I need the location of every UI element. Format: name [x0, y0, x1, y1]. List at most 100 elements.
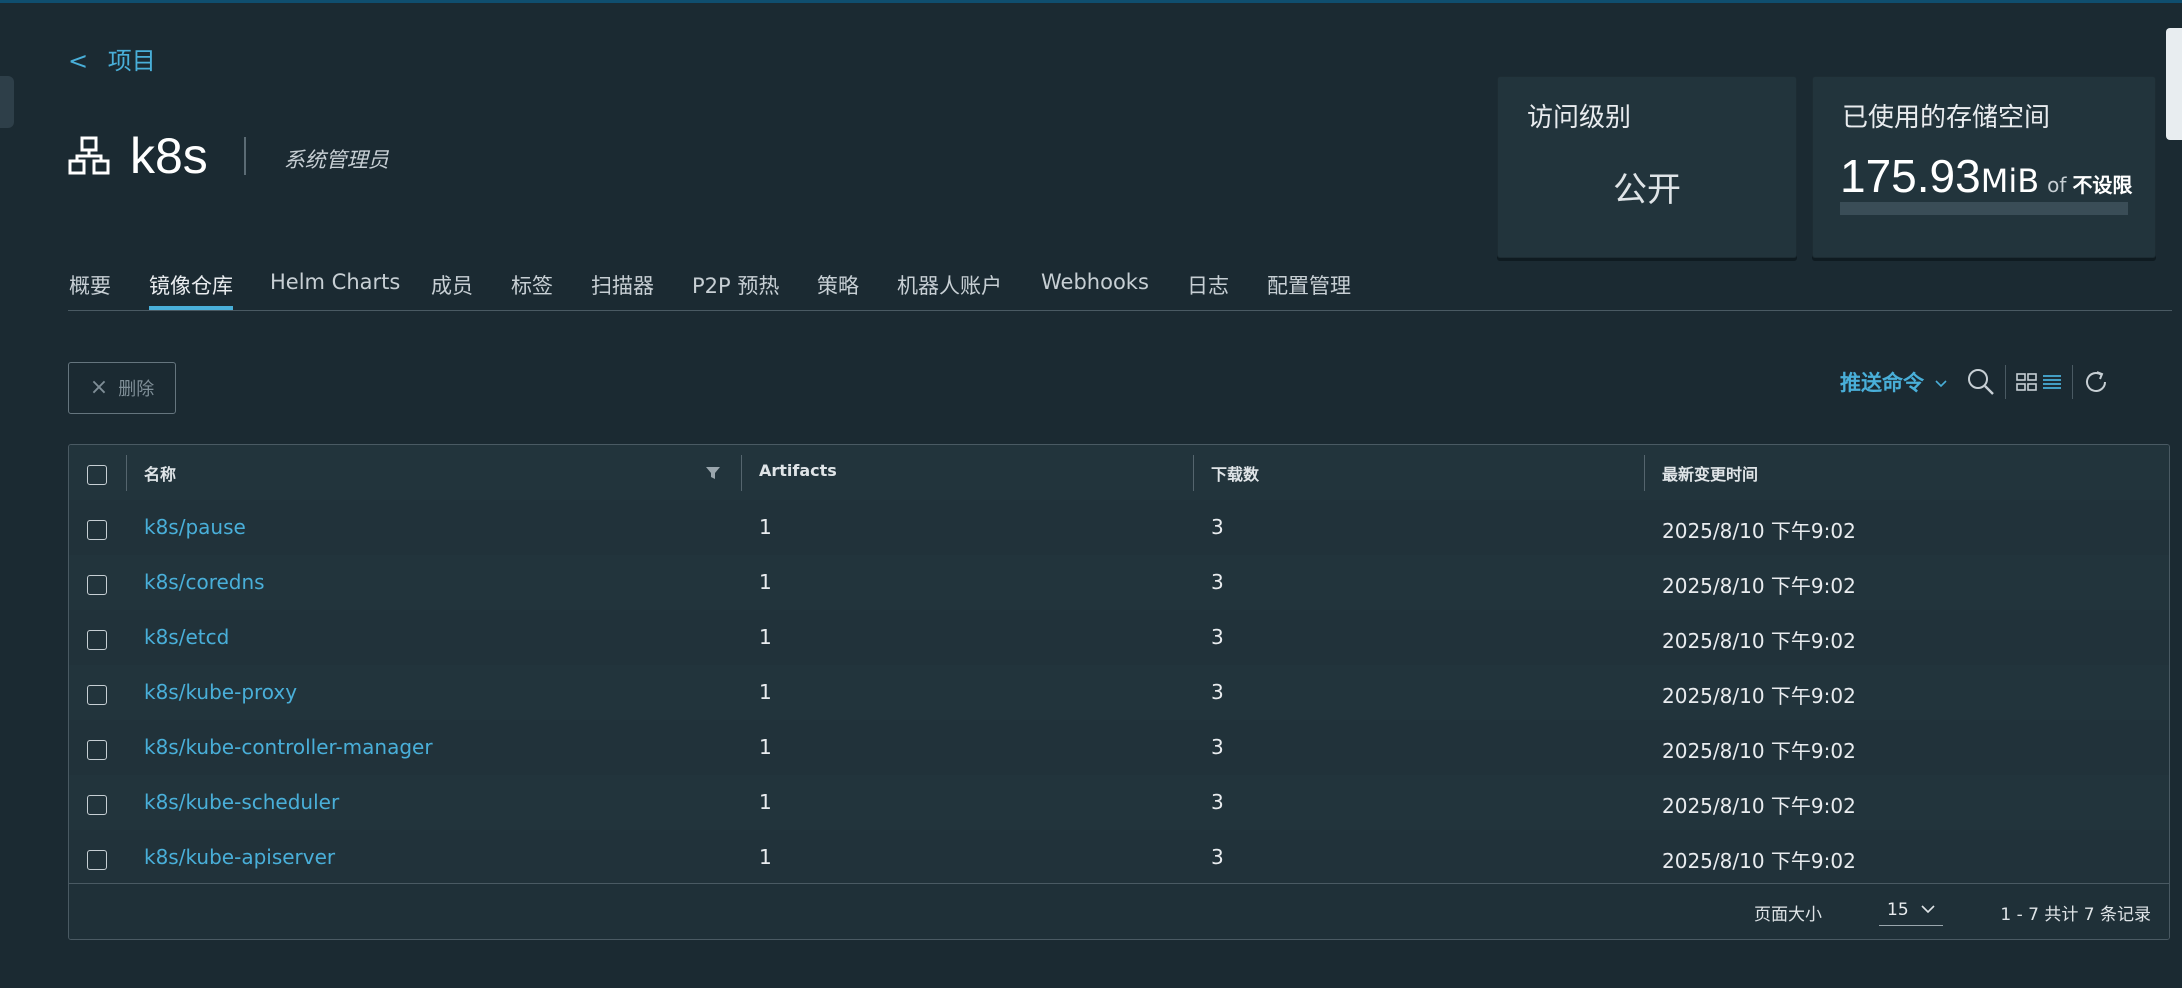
sidebar-collapse-handle[interactable] [0, 76, 14, 128]
push-command-label: 推送命令 [1840, 371, 1924, 395]
row-checkbox[interactable] [87, 795, 107, 815]
row-checkbox[interactable] [87, 850, 107, 870]
delete-button-label: 删除 [118, 379, 155, 400]
tab-configuration[interactable]: 配置管理 [1267, 270, 1351, 300]
artifacts-count: 1 [759, 515, 772, 539]
access-level-title: 访问级别 [1527, 103, 1632, 133]
table-row: k8s/kube-proxy 1 3 2025/8/10 下午9:02 [69, 665, 2169, 721]
grid-toolbar: 推送命令 [1840, 362, 2109, 402]
tab-repositories[interactable]: 镜像仓库 [149, 270, 233, 300]
toolbar-divider [2004, 365, 2006, 399]
column-divider[interactable] [1193, 455, 1194, 491]
repository-name-link[interactable]: k8s/pause [144, 515, 246, 539]
storage-card: 已使用的存储空间 175.93MiB of 不设限 [1812, 76, 2156, 258]
table-row: k8s/pause 1 3 2025/8/10 下午9:02 [69, 500, 2169, 556]
artifacts-count: 1 [759, 845, 772, 869]
page-size-select[interactable]: 15 [1879, 894, 1943, 926]
repository-name-link[interactable]: k8s/coredns [144, 570, 265, 594]
artifacts-count: 1 [759, 680, 772, 704]
tab-robot-accounts[interactable]: 机器人账户 [897, 270, 1002, 300]
tab-logs[interactable]: 日志 [1187, 270, 1229, 300]
row-checkbox[interactable] [87, 685, 107, 705]
breadcrumb[interactable]: < 项目 [68, 41, 156, 76]
event-panel-tab[interactable] [2166, 28, 2182, 140]
table-footer: 页面大小 15 1 - 7 共计 7 条记录 [69, 883, 2169, 939]
downloads-count: 3 [1211, 680, 1224, 704]
downloads-count: 3 [1211, 790, 1224, 814]
downloads-count: 3 [1211, 515, 1224, 539]
table-row: k8s/kube-controller-manager 1 3 2025/8/1… [69, 720, 2169, 776]
updated-time: 2025/8/10 下午9:02 [1662, 849, 1856, 873]
repository-name-link[interactable]: k8s/kube-controller-manager [144, 735, 433, 759]
storage-used-number: 175.93 [1840, 150, 1981, 202]
tab-webhooks[interactable]: Webhooks [1041, 270, 1149, 294]
row-checkbox[interactable] [87, 630, 107, 650]
column-header-artifacts[interactable]: Artifacts [759, 461, 837, 480]
page-title: k8s [130, 128, 208, 184]
storage-limit: 不设限 [2072, 173, 2133, 197]
repository-name-link[interactable]: k8s/kube-proxy [144, 680, 297, 704]
table-row: k8s/kube-scheduler 1 3 2025/8/10 下午9:02 [69, 775, 2169, 831]
updated-time: 2025/8/10 下午9:02 [1662, 739, 1856, 763]
updated-time: 2025/8/10 下午9:02 [1662, 519, 1856, 543]
repository-name-link[interactable]: k8s/kube-scheduler [144, 790, 339, 814]
chevron-down-icon [1921, 905, 1935, 914]
table-row: k8s/coredns 1 3 2025/8/10 下午9:02 [69, 555, 2169, 611]
repositories-table: 名称 Artifacts 下载数 最新变更时间 k8s/pause 1 3 20… [68, 444, 2170, 940]
refresh-icon[interactable] [2083, 369, 2109, 395]
column-header-downloads[interactable]: 下载数 [1211, 461, 1259, 485]
list-view-icon[interactable] [2042, 373, 2062, 391]
page-size-value: 15 [1887, 899, 1909, 920]
title-divider [243, 137, 246, 175]
column-header-updated[interactable]: 最新变更时间 [1662, 461, 1758, 485]
filter-icon[interactable] [705, 465, 721, 481]
user-role-label: 系统管理员 [283, 148, 389, 172]
updated-time: 2025/8/10 下午9:02 [1662, 794, 1856, 818]
table-row: k8s/etcd 1 3 2025/8/10 下午9:02 [69, 610, 2169, 666]
tab-policy[interactable]: 策略 [817, 270, 859, 300]
access-level-value: 公开 [1613, 170, 1681, 210]
downloads-count: 3 [1211, 735, 1224, 759]
downloads-count: 3 [1211, 625, 1224, 649]
search-icon[interactable] [1967, 368, 1995, 396]
project-header: k8s 系统管理员 [68, 128, 389, 184]
breadcrumb-projects-link[interactable]: 项目 [108, 47, 156, 75]
page-size-label: 页面大小 [1754, 905, 1822, 925]
updated-time: 2025/8/10 下午9:02 [1662, 574, 1856, 598]
project-tabs: 概要 镜像仓库 Helm Charts 成员 标签 扫描器 P2P 预热 策略 … [68, 266, 2172, 311]
tab-labels[interactable]: 标签 [511, 270, 553, 300]
back-arrow-icon[interactable]: < [68, 47, 88, 75]
row-checkbox[interactable] [87, 740, 107, 760]
tab-members[interactable]: 成员 [431, 270, 473, 300]
tab-summary[interactable]: 概要 [69, 270, 111, 300]
tab-helm-charts[interactable]: Helm Charts [270, 270, 400, 294]
storage-of-label: of [2047, 173, 2067, 197]
card-view-icon[interactable] [2016, 373, 2038, 391]
updated-time: 2025/8/10 下午9:02 [1662, 684, 1856, 708]
artifacts-count: 1 [759, 570, 772, 594]
artifacts-count: 1 [759, 735, 772, 759]
repository-name-link[interactable]: k8s/etcd [144, 625, 229, 649]
select-all-checkbox[interactable] [87, 465, 107, 485]
delete-button[interactable]: × 删除 [68, 362, 176, 414]
repository-name-link[interactable]: k8s/kube-apiserver [144, 845, 335, 869]
storage-used-unit: MiB [1980, 162, 2040, 200]
push-command-dropdown[interactable]: 推送命令 [1840, 367, 1947, 397]
column-header-name[interactable]: 名称 [144, 461, 176, 485]
artifacts-count: 1 [759, 790, 772, 814]
tab-p2p-preheat[interactable]: P2P 预热 [692, 270, 779, 300]
pagination-summary: 1 - 7 共计 7 条记录 [2000, 905, 2151, 925]
tab-scanner[interactable]: 扫描器 [591, 270, 654, 300]
close-icon: × [89, 375, 109, 400]
table-header: 名称 Artifacts 下载数 最新变更时间 [69, 445, 2169, 501]
table-row: k8s/kube-apiserver 1 3 2025/8/10 下午9:02 [69, 830, 2169, 886]
row-checkbox[interactable] [87, 575, 107, 595]
storage-usage: 175.93MiB of 不设限 [1840, 149, 2132, 203]
column-divider[interactable] [1644, 455, 1645, 491]
updated-time: 2025/8/10 下午9:02 [1662, 629, 1856, 653]
toolbar-divider [2071, 365, 2073, 399]
row-checkbox[interactable] [87, 520, 107, 540]
top-accent-line [0, 0, 2182, 3]
column-divider[interactable] [741, 455, 742, 491]
storage-progress-bar [1840, 202, 2128, 215]
